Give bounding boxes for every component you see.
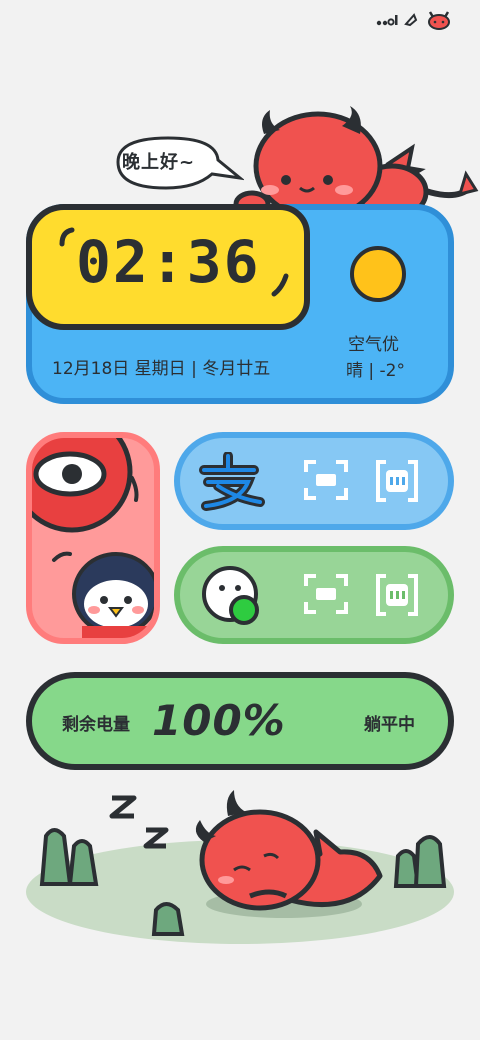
wechat-pay-code-icon[interactable] bbox=[374, 572, 420, 618]
character-illustration bbox=[32, 438, 154, 638]
greeting-text: 晚上好~ bbox=[122, 152, 196, 173]
sleeping-devil-scene bbox=[26, 790, 454, 944]
wechat-icon[interactable] bbox=[200, 566, 262, 626]
wechat-scan-icon[interactable] bbox=[304, 574, 348, 614]
status-bar bbox=[376, 8, 452, 32]
date-text: 12月18日 星期日 | 冬月廿五 bbox=[52, 359, 271, 379]
alipay-pay-code-icon[interactable] bbox=[374, 458, 420, 504]
battery-value: 100% bbox=[152, 696, 286, 745]
wifi-icon bbox=[404, 12, 420, 28]
battery-label: 剩余电量 bbox=[62, 715, 130, 735]
weather-text: 晴 | -2° bbox=[346, 361, 405, 381]
devil-face-icon bbox=[426, 10, 452, 30]
alipay-icon[interactable] bbox=[196, 452, 266, 512]
sun-icon bbox=[350, 246, 406, 302]
character-widget[interactable] bbox=[26, 432, 160, 644]
clock-time: 02:36 bbox=[76, 228, 261, 296]
signal-dots-icon bbox=[376, 13, 398, 27]
air-quality-text: 空气优 bbox=[348, 335, 399, 355]
alipay-scan-icon[interactable] bbox=[304, 460, 348, 500]
battery-status: 躺平中 bbox=[364, 715, 415, 735]
